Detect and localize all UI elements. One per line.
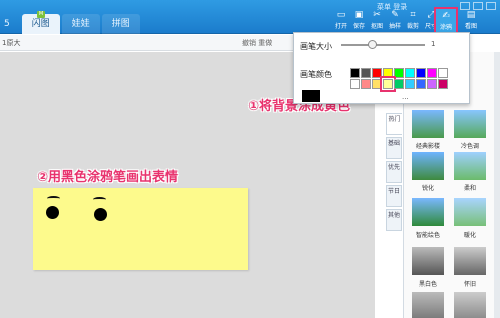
effect-thumb[interactable] (412, 292, 444, 318)
effect-label: 经典影楼 (415, 143, 440, 150)
sample-button[interactable]: ✎ 抽样 (386, 8, 404, 34)
folder-icon: ▭ (336, 10, 346, 20)
color-swatch[interactable] (394, 79, 404, 89)
color-swatch[interactable] (405, 79, 415, 89)
effect-thumb[interactable] (412, 152, 444, 180)
color-swatch[interactable] (383, 68, 393, 78)
tab-collage[interactable]: 拼图 (101, 14, 140, 34)
brush-size-value: 1 (431, 40, 436, 48)
effect-thumb[interactable] (454, 198, 486, 226)
effect-thumb[interactable] (412, 247, 444, 275)
image-icon: ▤ (466, 10, 476, 20)
effect-thumb[interactable] (454, 152, 486, 180)
cutout-button[interactable]: ✂ 抠图 (368, 8, 386, 34)
tab-other[interactable]: 其他 (386, 209, 402, 231)
view-button[interactable]: ▤ 看图 (462, 8, 480, 34)
step2-annotation: ②用黑色涂鸦笔画出表情 (37, 170, 179, 185)
open-button[interactable]: ▭ 打开 (332, 8, 350, 34)
brush-size-handle[interactable] (368, 40, 377, 49)
tab-badge: M (37, 11, 45, 18)
color-swatch[interactable] (350, 68, 360, 78)
effect-thumb[interactable] (454, 110, 486, 138)
crop-icon: ⌗ (410, 10, 416, 20)
effect-label: 怀旧 (463, 281, 476, 288)
color-swatch[interactable] (361, 79, 371, 89)
color-swatch[interactable] (427, 79, 437, 89)
brush-size-slider[interactable] (341, 44, 425, 46)
effect-label: 锐化 (421, 185, 434, 192)
pen-icon: ✍ (442, 11, 450, 21)
effect-category-tabs: 热门 基础 优先 节日 其他 (386, 113, 402, 233)
undo-redo[interactable]: 撤销 重做 (242, 38, 272, 48)
right-eye (94, 208, 107, 221)
doodle-settings-panel: 画笔大小 1 画笔颜色 ... (293, 32, 470, 104)
brush-color-label: 画笔颜色 (300, 70, 332, 79)
left-eye (46, 206, 59, 219)
sidebar-scrollbar[interactable] (494, 52, 500, 318)
effect-label: 柔和 (463, 185, 476, 192)
effect-label: 暖化 (463, 232, 476, 239)
color-swatch[interactable] (416, 68, 426, 78)
save-label: 保存 (352, 23, 365, 30)
effect-thumb[interactable] (454, 247, 486, 275)
color-swatch[interactable] (372, 68, 382, 78)
color-swatch[interactable] (405, 68, 415, 78)
tab-popular[interactable]: 热门 (386, 113, 402, 135)
title-bar: 5 闪图 娃娃 拼图 M 菜单 登录 ▭ 打开 ▣ 保存 ✂ 抠图 ✎ 抽样 ⌗… (0, 0, 500, 35)
effect-label: 冷色调 (460, 143, 479, 150)
color-swatch[interactable] (350, 79, 360, 89)
right-eyebrow (93, 197, 106, 202)
effect-thumb[interactable] (412, 198, 444, 226)
effect-thumb[interactable] (454, 292, 486, 318)
effect-label: 黑白色 (418, 281, 437, 288)
crop-label: 裁剪 (406, 23, 419, 30)
color-swatch[interactable] (380, 76, 396, 92)
eyedropper-icon: ✎ (391, 10, 399, 20)
save-icon: ▣ (354, 10, 364, 20)
tab-partial[interactable]: 5 (0, 14, 20, 34)
more-colors-button[interactable]: ... (402, 93, 409, 101)
view-label: 看图 (464, 23, 477, 30)
save-button[interactable]: ▣ 保存 (350, 8, 368, 34)
color-swatch[interactable] (427, 68, 437, 78)
effect-thumb[interactable] (412, 110, 444, 138)
effect-label: 智能绘色 (415, 232, 440, 239)
color-swatch[interactable] (361, 68, 371, 78)
open-label: 打开 (334, 23, 347, 30)
crop-button[interactable]: ⌗ 裁剪 (404, 8, 422, 34)
main-toolbar: ▭ 打开 ▣ 保存 ✂ 抠图 ✎ 抽样 ⌗ 裁剪 ⤢ 尺寸 ✍ 涂鸦 ▤ 看图 (332, 7, 477, 35)
tab-priority[interactable]: 优先 (386, 161, 402, 183)
scissors-icon: ✂ (373, 10, 381, 20)
main-tabs: 5 闪图 娃娃 拼图 (0, 14, 142, 34)
left-eyebrow (47, 196, 60, 201)
cutout-label: 抠图 (370, 23, 383, 30)
doodle-button[interactable]: ✍ 涂鸦 (434, 7, 458, 35)
current-color-preview (302, 90, 320, 102)
color-swatch[interactable] (394, 68, 404, 78)
color-swatch[interactable] (416, 79, 426, 89)
color-swatches (350, 68, 448, 92)
tab-festival[interactable]: 节日 (386, 185, 402, 207)
sample-label: 抽样 (388, 23, 401, 30)
tab-doll[interactable]: 娃娃 (61, 14, 100, 34)
brush-size-label: 画笔大小 (300, 42, 332, 51)
color-swatch[interactable] (438, 68, 448, 78)
tab-basic[interactable]: 基础 (386, 137, 402, 159)
zoom-original-button[interactable]: 1原大 (2, 38, 20, 48)
close-button[interactable] (486, 2, 496, 10)
color-swatch[interactable] (372, 79, 382, 89)
color-swatch[interactable] (438, 79, 448, 89)
yellow-doodle-canvas[interactable] (33, 188, 248, 270)
